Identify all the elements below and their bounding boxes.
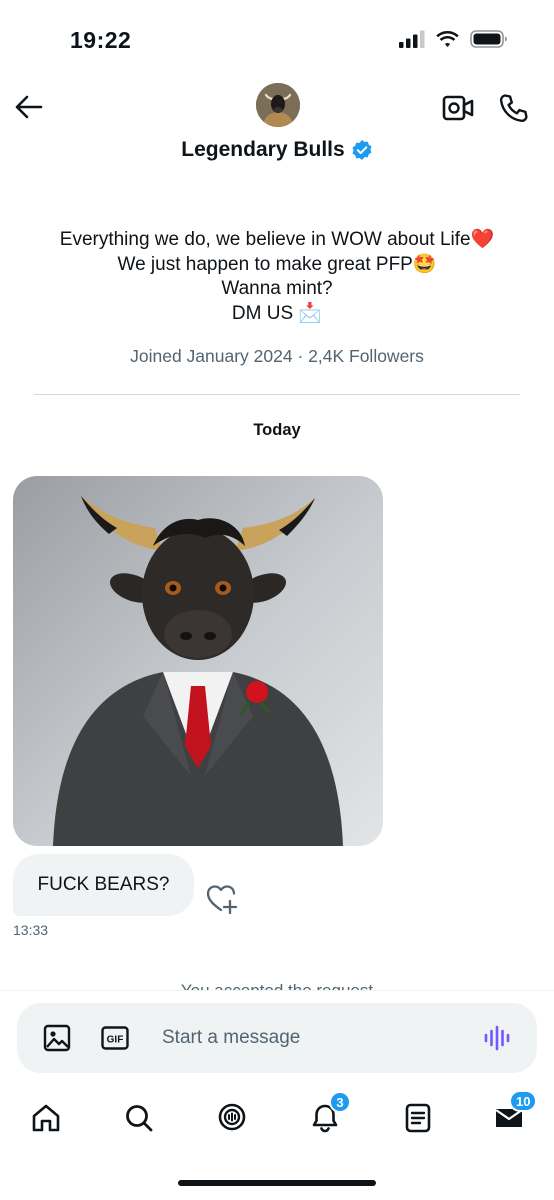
phone-call-icon	[499, 94, 528, 123]
nav-home[interactable]	[28, 1100, 64, 1136]
battery-icon	[470, 30, 508, 53]
voice-message-button[interactable]	[483, 1024, 511, 1052]
day-separator: Today	[253, 421, 301, 439]
nav-spaces[interactable]	[214, 1100, 250, 1136]
avatar[interactable]	[256, 83, 300, 127]
phone-call-button[interactable]	[498, 92, 530, 124]
cellular-signal-icon	[399, 30, 425, 53]
add-gif-button[interactable]: GIF	[101, 1026, 129, 1050]
arrow-left-icon	[15, 95, 43, 119]
voice-waveform-icon	[484, 1025, 510, 1051]
profile-bio: Everything we do, we believe in WOW abou…	[0, 228, 554, 326]
message-bubble[interactable]: FUCK BEARS?	[13, 854, 194, 916]
spaces-icon	[218, 1103, 246, 1131]
video-call-icon	[442, 95, 474, 121]
status-icons	[399, 30, 508, 53]
message-composer: GIF	[17, 1003, 537, 1073]
add-image-button[interactable]	[43, 1024, 71, 1052]
bio-line: Everything we do, we believe in WOW abou…	[59, 229, 495, 250]
conversation-title[interactable]: Legendary Bulls	[0, 138, 554, 162]
verified-badge-icon	[352, 140, 372, 160]
search-icon	[126, 1105, 153, 1132]
add-reaction-button[interactable]	[206, 884, 240, 915]
display-name: Legendary Bulls	[181, 138, 345, 161]
divider	[34, 394, 520, 395]
heart-plus-icon	[206, 885, 238, 915]
nav-messages[interactable]: 10	[491, 1090, 538, 1136]
gif-icon: GIF	[101, 1026, 129, 1050]
bio-line: Wanna mint?	[221, 278, 333, 299]
message-input[interactable]	[162, 1022, 462, 1054]
messages-badge: 10	[509, 1090, 538, 1112]
conversation-header: Legendary Bulls	[0, 80, 554, 190]
image-icon	[43, 1024, 71, 1052]
wifi-icon	[435, 30, 460, 53]
bio-line: DM US 📩	[231, 302, 323, 324]
bull-illustration	[53, 496, 343, 846]
message-image[interactable]	[13, 476, 383, 846]
nav-notifications[interactable]: 3	[307, 1091, 351, 1136]
svg-text:GIF: GIF	[107, 1035, 124, 1046]
back-button[interactable]	[14, 92, 44, 122]
message-timestamp: 13:33	[13, 922, 49, 938]
composer-area: GIF	[0, 990, 554, 1082]
home-indicator[interactable]	[178, 1180, 376, 1186]
lists-icon	[405, 1103, 431, 1133]
home-icon	[32, 1104, 60, 1132]
profile-meta: Joined January 2024 · 2,4K Followers	[130, 346, 424, 366]
status-bar: 19:22	[0, 0, 554, 80]
status-time: 19:22	[70, 27, 132, 53]
notification-badge: 3	[329, 1091, 351, 1113]
system-notice: You accepted the request	[0, 978, 554, 990]
video-call-button[interactable]	[442, 94, 474, 122]
nav-search[interactable]	[121, 1100, 157, 1136]
nav-lists[interactable]	[400, 1100, 436, 1136]
bio-line: We just happen to make great PFP🤩	[117, 253, 437, 275]
